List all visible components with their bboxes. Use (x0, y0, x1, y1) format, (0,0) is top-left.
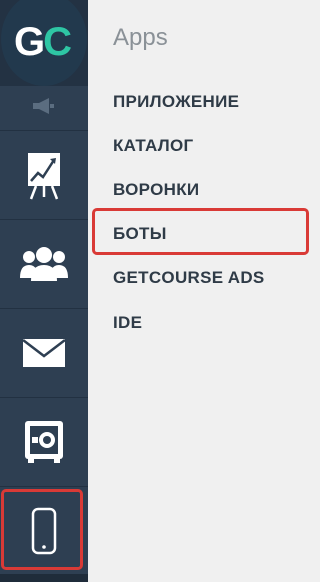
sidebar-item-messages[interactable] (0, 309, 88, 398)
safe-icon (24, 420, 64, 464)
megaphone-icon (31, 97, 57, 119)
menu-item-catalog[interactable]: КАТАЛОГ (113, 136, 194, 156)
bots-highlight (92, 208, 309, 255)
menu-item-ide[interactable]: IDE (113, 313, 142, 333)
active-item-highlight (1, 489, 83, 570)
apps-menu-panel: Apps ПРИЛОЖЕНИЕ КАТАЛОГ ВОРОНКИ БОТЫ GET… (88, 0, 319, 582)
panel-title: Apps (113, 24, 168, 51)
logo-letter-g: G (14, 20, 45, 64)
users-group-icon (19, 246, 69, 282)
menu-item-application[interactable]: ПРИЛОЖЕНИЕ (113, 92, 239, 112)
logo: GC (14, 20, 72, 64)
envelope-icon (22, 338, 66, 368)
logo-letter-c: C (43, 20, 72, 64)
menu-item-getcourse-ads[interactable]: GETCOURSE ADS (113, 268, 265, 288)
sidebar-item-payments[interactable] (0, 398, 88, 487)
sidebar-item-sales[interactable] (0, 131, 88, 220)
sidebar-item-users[interactable] (0, 220, 88, 309)
presentation-chart-icon (27, 150, 61, 200)
sidebar: GC (0, 0, 88, 582)
menu-item-funnels[interactable]: ВОРОНКИ (113, 180, 199, 200)
sidebar-item-announcements[interactable] (0, 86, 88, 131)
app-root: GC Apps ПРИЛОЖЕНИЕ КАТАЛОГ ВОРОНКИ БОТЫ … (0, 0, 319, 582)
sidebar-bottom (0, 574, 88, 582)
logo-area[interactable]: GC (0, 0, 88, 86)
